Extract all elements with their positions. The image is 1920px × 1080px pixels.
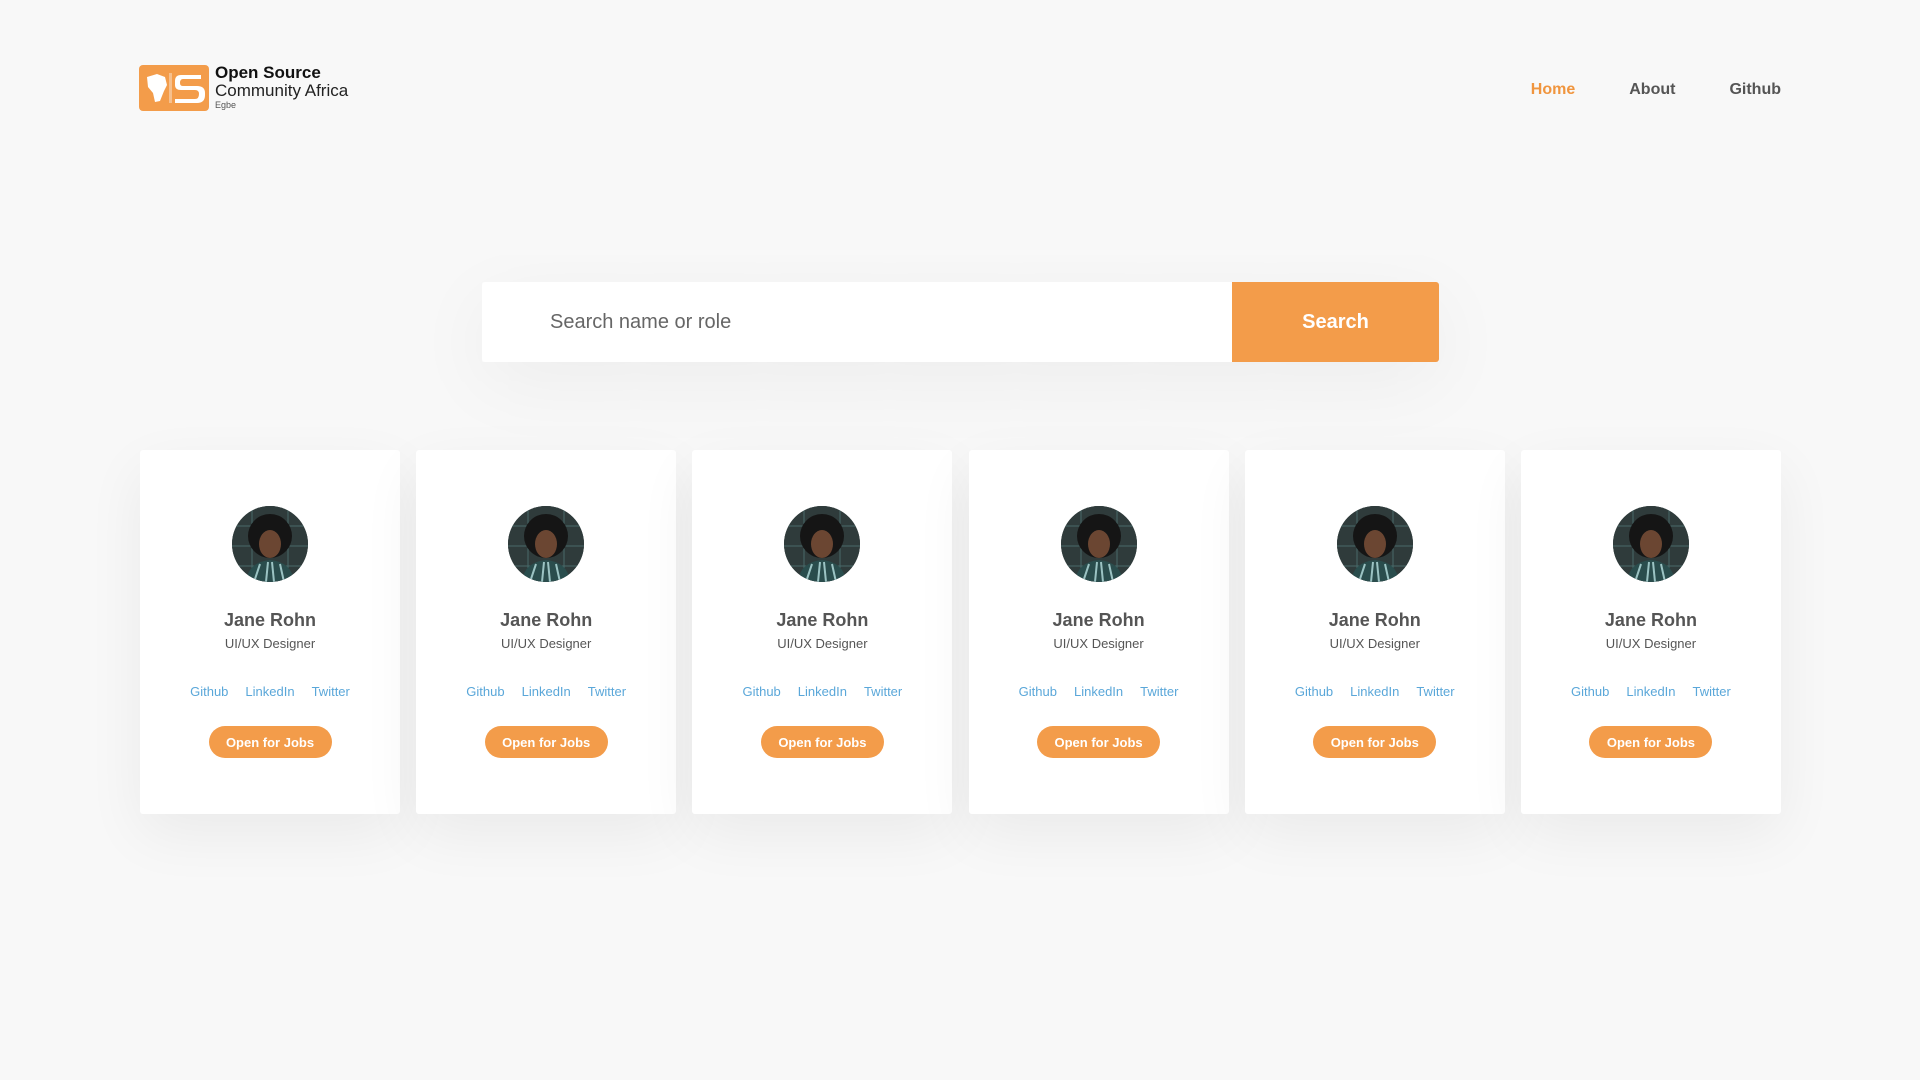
avatar [232, 506, 308, 582]
profile-card-list: Jane Rohn UI/UX Designer Github LinkedIn… [140, 450, 1781, 814]
profile-photo [1612, 506, 1689, 582]
social-links: Github LinkedIn Twitter [466, 684, 626, 699]
profile-card: Jane Rohn UI/UX Designer Github LinkedIn… [1244, 450, 1505, 814]
profile-role: UI/UX Designer [1605, 636, 1697, 651]
profile-role: UI/UX Designer [1053, 636, 1144, 651]
africa-os-logo-icon [139, 65, 209, 111]
github-link[interactable]: Github [742, 684, 780, 699]
brand-title: Open Source [215, 63, 321, 82]
open-for-jobs-button[interactable]: Open for Jobs [1037, 726, 1161, 758]
brand-tagline: Egbe [215, 99, 237, 110]
open-for-jobs-button[interactable]: Open for Jobs [208, 726, 332, 758]
profile-photo [1336, 506, 1413, 582]
profile-role: UI/UX Designer [777, 636, 868, 651]
profile-photo [1060, 506, 1137, 582]
profile-name: Jane Rohn [776, 610, 869, 630]
brand-subtitle: Community Africa [215, 80, 349, 100]
avatar [1336, 506, 1413, 582]
avatar [1060, 506, 1137, 582]
twitter-link[interactable]: Twitter [864, 684, 902, 699]
linkedin-link[interactable]: LinkedIn [1626, 684, 1675, 699]
profile-name: Jane Rohn [1052, 610, 1145, 630]
avatar [784, 506, 861, 582]
open-for-jobs-button[interactable]: Open for Jobs [1589, 726, 1713, 758]
profile-name: Jane Rohn [1328, 610, 1421, 630]
profile-card: Jane Rohn UI/UX Designer Github LinkedIn… [1520, 450, 1781, 814]
profile-name: Jane Rohn [223, 610, 316, 630]
nav-home[interactable]: Home [1531, 81, 1575, 99]
social-links: Github LinkedIn Twitter [1295, 684, 1455, 699]
header: Open Source Community Africa Egbe Home A… [139, 56, 1781, 126]
social-links: Github LinkedIn Twitter [742, 684, 902, 699]
brand[interactable]: Open Source Community Africa Egbe [139, 56, 348, 111]
search-bar: Search [482, 282, 1439, 362]
profile-role: UI/UX Designer [224, 636, 316, 651]
profile-card: Jane Rohn UI/UX Designer Github LinkedIn… [416, 450, 677, 814]
twitter-link[interactable]: Twitter [1140, 684, 1178, 699]
profile-name: Jane Rohn [500, 610, 593, 630]
profile-card: Jane Rohn UI/UX Designer Github LinkedIn… [692, 450, 953, 814]
profile-card: Jane Rohn UI/UX Designer Github LinkedIn… [140, 450, 400, 814]
linkedin-link[interactable]: LinkedIn [245, 684, 294, 699]
page: Open Source Community Africa Egbe Home A… [0, 0, 1920, 1080]
twitter-link[interactable]: Twitter [1416, 684, 1454, 699]
avatar [1612, 506, 1689, 582]
open-for-jobs-button[interactable]: Open for Jobs [1313, 726, 1437, 758]
brand-text: Open Source Community Africa Egbe [215, 64, 348, 110]
github-link[interactable]: Github [190, 684, 228, 699]
main-nav: Home About Github [1531, 81, 1781, 99]
avatar [508, 506, 585, 582]
twitter-link[interactable]: Twitter [588, 684, 626, 699]
profile-photo [784, 506, 861, 582]
linkedin-link[interactable]: LinkedIn [1074, 684, 1123, 699]
social-links: Github LinkedIn Twitter [1571, 684, 1731, 699]
social-links: Github LinkedIn Twitter [1019, 684, 1179, 699]
open-for-jobs-button[interactable]: Open for Jobs [484, 726, 608, 758]
github-link[interactable]: Github [466, 684, 504, 699]
linkedin-link[interactable]: LinkedIn [798, 684, 847, 699]
github-link[interactable]: Github [1295, 684, 1333, 699]
twitter-link[interactable]: Twitter [312, 684, 350, 699]
github-link[interactable]: Github [1019, 684, 1057, 699]
twitter-link[interactable]: Twitter [1693, 684, 1731, 699]
profile-name: Jane Rohn [1604, 610, 1697, 630]
social-links: Github LinkedIn Twitter [190, 684, 350, 699]
profile-photo [232, 506, 308, 582]
github-link[interactable]: Github [1571, 684, 1609, 699]
nav-github[interactable]: Github [1729, 81, 1781, 99]
profile-photo [508, 506, 585, 582]
search-input[interactable] [482, 282, 1232, 362]
profile-role: UI/UX Designer [501, 636, 592, 651]
open-for-jobs-button[interactable]: Open for Jobs [760, 726, 884, 758]
search-button[interactable]: Search [1232, 282, 1439, 362]
linkedin-link[interactable]: LinkedIn [522, 684, 571, 699]
profile-role: UI/UX Designer [1329, 636, 1420, 651]
profile-card: Jane Rohn UI/UX Designer Github LinkedIn… [968, 450, 1229, 814]
linkedin-link[interactable]: LinkedIn [1350, 684, 1399, 699]
nav-about[interactable]: About [1629, 81, 1675, 99]
